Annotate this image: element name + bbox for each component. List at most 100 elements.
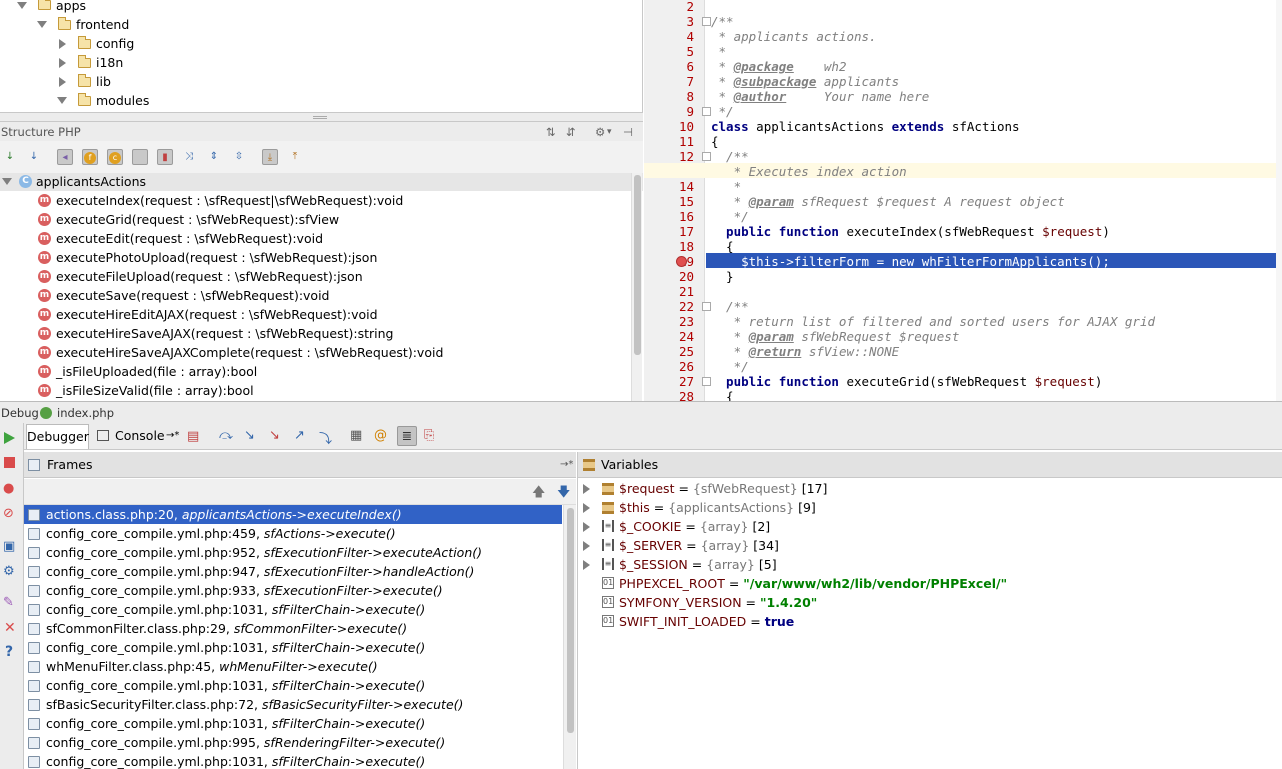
fold-marker-icon[interactable] (702, 302, 711, 311)
show-non-public-icon[interactable] (132, 149, 148, 165)
next-frame-icon[interactable]: 🡇 (557, 483, 570, 505)
run-to-cursor-icon[interactable]: ⤵ (319, 428, 332, 447)
expand-arrow-icon[interactable] (583, 560, 590, 570)
constant-row[interactable]: 01 SWIFT_INIT_LOADED = true (578, 612, 1282, 631)
previous-frame-icon[interactable]: 🡅 (532, 483, 545, 505)
code-editor[interactable]: 2345678910111213141516171819202122232425… (644, 0, 1282, 401)
code-line[interactable]: * @subpackage applicants (711, 74, 900, 89)
stop-icon[interactable] (4, 457, 15, 468)
code-line[interactable]: { (711, 389, 734, 401)
variable-row[interactable]: ≡ $_SESSION = {array} [5] (578, 555, 1282, 574)
code-line[interactable]: * @author Your name here (711, 89, 930, 104)
close-icon[interactable]: ✕ (4, 620, 16, 636)
structure-method-item[interactable]: m executeFileUpload(request : \sfWebReque… (0, 267, 643, 286)
tree-item-lib[interactable]: lib (0, 72, 642, 91)
code-line[interactable]: public function executeGrid(sfWebRequest… (711, 374, 1102, 389)
tree-item-config[interactable]: config (0, 34, 642, 53)
frame-row[interactable]: config_core_compile.yml.php:995, sfRende… (24, 733, 562, 752)
variable-row[interactable]: ≡ $_SERVER = {array} [34] (578, 536, 1282, 555)
frame-row[interactable]: config_core_compile.yml.php:1031, sfFilt… (24, 638, 562, 657)
constant-row[interactable]: 01 PHPEXCEL_ROOT = "/var/www/wh2/lib/vend… (578, 574, 1282, 593)
splitter[interactable] (0, 112, 643, 121)
show-fields-icon[interactable]: f (82, 149, 98, 165)
evaluate-expression-icon[interactable]: ▦ (350, 428, 362, 443)
frame-row[interactable]: config_core_compile.yml.php:1031, sfFilt… (24, 600, 562, 619)
structure-method-item[interactable]: m executeGrid(request : \sfWebRequest):sf… (0, 210, 643, 229)
editor-gutter[interactable]: 2345678910111213141516171819202122232425… (644, 0, 711, 401)
show-constants-icon[interactable]: c (107, 149, 123, 165)
editor-scrollbar[interactable] (1276, 0, 1282, 401)
structure-method-item[interactable]: m executeEdit(request : \sfWebRequest):vo… (0, 229, 643, 248)
frame-row[interactable]: config_core_compile.yml.php:952, sfExecu… (24, 543, 562, 562)
breakpoint-icon[interactable] (676, 256, 687, 267)
view-breakpoints-icon[interactable]: ● (3, 481, 14, 496)
code-line[interactable]: $this->filterForm = new whFilterFormAppl… (711, 254, 1110, 269)
watch-icon[interactable]: @ (374, 428, 387, 443)
code-line[interactable]: { (711, 239, 734, 254)
collapse-arrow-icon[interactable] (59, 77, 66, 87)
frame-row[interactable]: config_core_compile.yml.php:1031, sfFilt… (24, 752, 562, 769)
pin-arrow-icon[interactable]: →* (166, 424, 179, 447)
tree-item-modules[interactable]: modules (0, 91, 642, 110)
show-execution-point-icon[interactable]: ▤ (187, 429, 199, 444)
pin-arrow-icon[interactable]: →* (560, 452, 573, 478)
lock-icon[interactable]: ▮ (157, 149, 173, 165)
collapse-arrow-icon[interactable] (59, 58, 66, 68)
code-line[interactable]: /** (711, 149, 749, 164)
scrollbar-thumb[interactable] (634, 175, 641, 355)
code-line[interactable]: } (711, 269, 734, 284)
collapse-all-icon[interactable]: ⇳ (231, 149, 247, 165)
code-line[interactable]: */ (711, 359, 749, 374)
expand-all-icon[interactable]: ⇕ (206, 149, 222, 165)
fold-marker-icon[interactable] (702, 377, 711, 386)
autoscroll-from-source-icon[interactable]: ⤓ (262, 149, 278, 165)
frame-row[interactable]: whMenuFilter.class.php:45, whMenuFilter-… (24, 657, 562, 676)
expand-arrow-icon[interactable] (583, 541, 590, 551)
show-values-inline-icon[interactable]: ≣ (397, 426, 417, 446)
structure-method-item[interactable]: m executeIndex(request : \sfRequest|\sfWe… (0, 191, 643, 210)
structure-method-item[interactable]: m executeHireSaveAJAX(request : \sfWebReq… (0, 324, 643, 343)
tree-item-apps[interactable]: apps (0, 0, 642, 15)
frame-row[interactable]: sfBasicSecurityFilter.class.php:72, sfBa… (24, 695, 562, 714)
expand-arrow-icon[interactable] (2, 178, 12, 185)
tab-console[interactable]: Console →* (94, 424, 182, 449)
code-line[interactable]: { (711, 134, 719, 149)
debug-config-name[interactable]: index.php (57, 402, 114, 424)
structure-method-item[interactable]: m executeSave(request : \sfWebRequest):vo… (0, 286, 643, 305)
tree-item-i18n[interactable]: i18n (0, 53, 642, 72)
frame-row[interactable]: config_core_compile.yml.php:947, sfExecu… (24, 562, 562, 581)
tree-item-frontend[interactable]: frontend (0, 15, 642, 34)
expand-arrow-icon[interactable] (583, 503, 590, 513)
frame-row[interactable]: config_core_compile.yml.php:933, sfExecu… (24, 581, 562, 600)
expand-arrow-icon[interactable] (583, 484, 590, 494)
expand-arrow-icon[interactable] (583, 522, 590, 532)
step-over-icon[interactable]: ⤼ (219, 428, 233, 443)
code-line[interactable]: /** (711, 14, 734, 29)
dropdown-arrow-icon[interactable]: ▾ (607, 122, 612, 142)
code-line[interactable]: * @package wh2 (711, 59, 847, 74)
code-line[interactable]: * (711, 179, 742, 194)
sort-by-type-icon[interactable]: ↓ (2, 149, 18, 165)
hide-panel-icon[interactable]: ⊣ (623, 122, 633, 142)
code-line[interactable]: /** (711, 299, 749, 314)
code-line[interactable]: * @return sfView::NONE (711, 344, 900, 359)
frame-row[interactable]: config_core_compile.yml.php:459, sfActio… (24, 524, 562, 543)
structure-method-item[interactable]: m _isFileSizeValid(file : array):bool (0, 381, 643, 400)
frames-scrollbar[interactable] (563, 505, 576, 769)
frame-row[interactable]: config_core_compile.yml.php:1031, sfFilt… (24, 714, 562, 733)
mute-breakpoints-icon[interactable]: ⊘ (3, 506, 14, 521)
structure-scrollbar[interactable] (631, 173, 642, 401)
step-out-icon[interactable]: ↗ (294, 428, 305, 443)
structure-method-item[interactable]: m executeHireEditAJAX(request : \sfWebReq… (0, 305, 643, 324)
code-line[interactable]: * (711, 44, 727, 59)
code-line[interactable]: */ (711, 104, 734, 119)
code-line[interactable]: * return list of filtered and sorted use… (711, 314, 1155, 329)
code-line[interactable]: * applicants actions. (711, 29, 877, 44)
restore-layout-icon[interactable]: ⎘ (424, 428, 434, 443)
step-into-icon[interactable]: ↘ (244, 428, 255, 443)
scroll-to-top-icon[interactable]: ⤒ (287, 149, 303, 165)
code-line[interactable]: * Executes index action (711, 164, 907, 179)
collapse-all-icon[interactable]: ⇵ (566, 122, 576, 142)
variable-row[interactable]: $this = {applicantsActions} [9] (578, 498, 1282, 517)
collapse-arrow-icon[interactable] (59, 39, 66, 49)
